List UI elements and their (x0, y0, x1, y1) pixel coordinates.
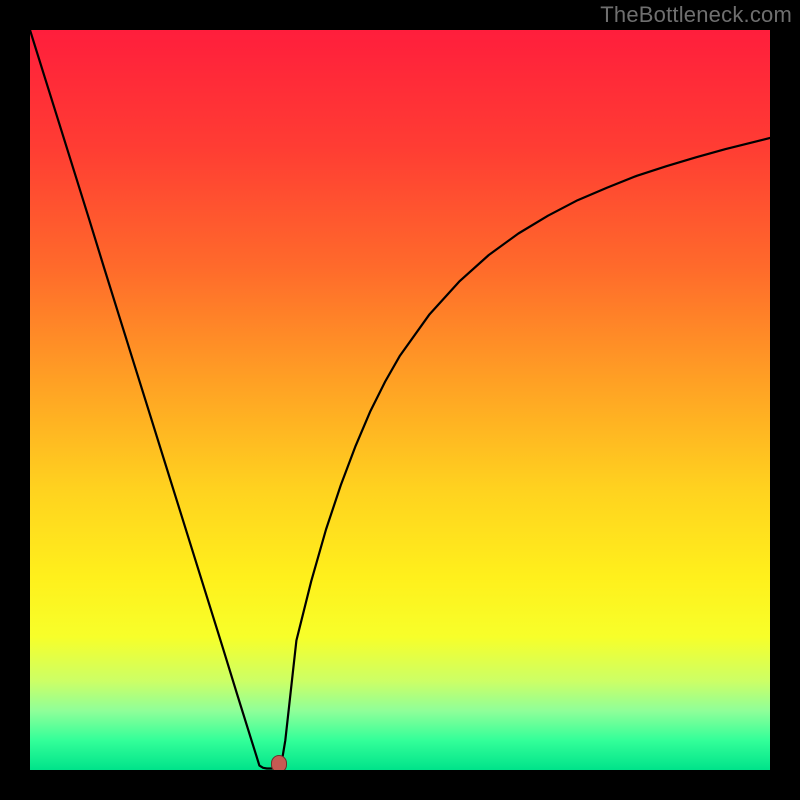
plot-area (30, 30, 770, 770)
outer-frame: TheBottleneck.com (0, 0, 800, 800)
watermark-label: TheBottleneck.com (600, 2, 792, 28)
bottleneck-curve (30, 30, 770, 770)
optimal-point-marker (271, 755, 287, 770)
